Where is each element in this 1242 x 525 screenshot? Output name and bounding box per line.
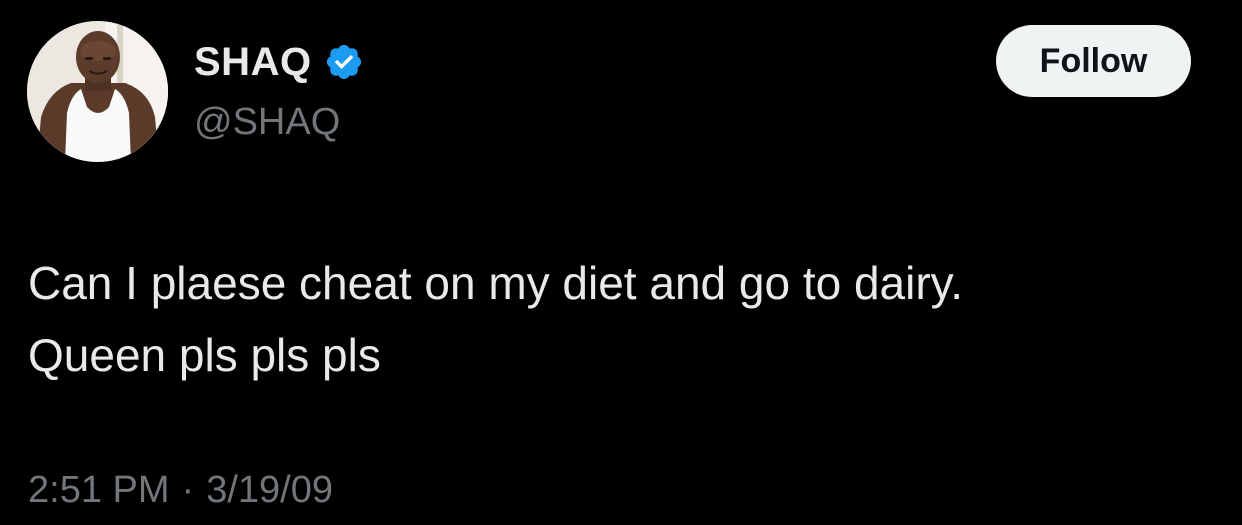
avatar[interactable]: [27, 21, 168, 162]
tweet-timestamp[interactable]: 2:51 PM · 3/19/09: [28, 462, 333, 518]
tweet-text-line: Can I plaese cheat on my diet and go to …: [28, 257, 964, 309]
meta-separator: ·: [181, 469, 195, 511]
tweet-text-line: Queen pls pls pls: [28, 329, 381, 381]
follow-button[interactable]: Follow: [996, 25, 1191, 97]
verified-badge-icon[interactable]: [324, 42, 364, 82]
name-row: SHAQ: [194, 37, 364, 87]
tweet-text: Can I plaese cheat on my diet and go to …: [28, 247, 1208, 391]
display-name[interactable]: SHAQ: [194, 37, 312, 87]
tweet-time: 2:51 PM: [28, 469, 170, 511]
tweet-card: SHAQ @SHAQ Follow Can I plaese cheat on …: [0, 0, 1242, 525]
avatar-photo: [27, 21, 168, 162]
tweet-date: 3/19/09: [206, 469, 333, 511]
user-handle[interactable]: @SHAQ: [194, 98, 340, 146]
